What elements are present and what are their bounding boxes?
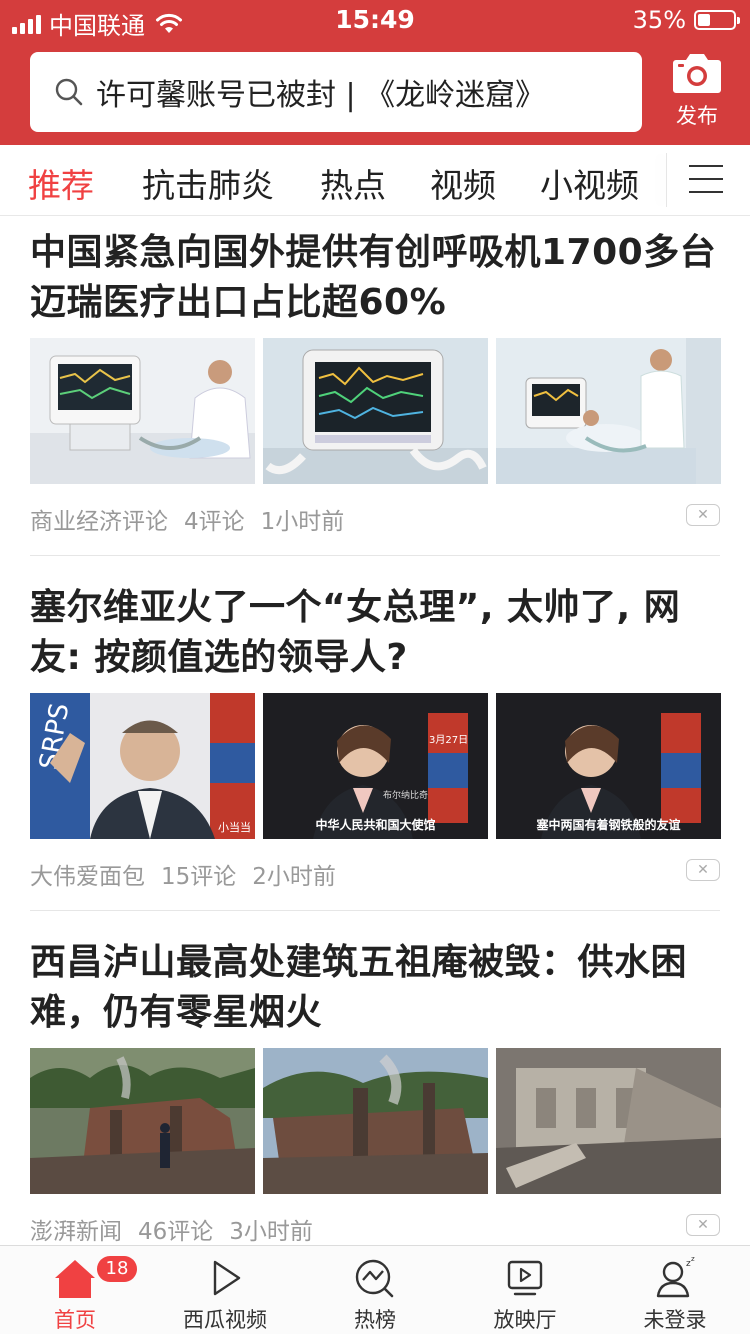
status-right: 35%	[632, 6, 740, 34]
article-comments: 15评论	[161, 864, 237, 890]
thumbnail-fire-ruins-2[interactable]	[263, 1048, 488, 1194]
notification-badge: 18	[97, 1256, 137, 1282]
divider	[30, 910, 720, 911]
user-icon: z z	[656, 1256, 695, 1298]
tab-hot[interactable]: 热点	[320, 159, 386, 207]
thumbnail-date-tag: 3月27日	[429, 735, 469, 746]
article-time: 2小时前	[252, 864, 336, 890]
nav-hot-list[interactable]: 热榜	[315, 1256, 435, 1334]
dislike-close-icon[interactable]: ✕	[686, 504, 720, 526]
publish-label: 发布	[676, 104, 718, 128]
nav-xigua-video[interactable]: 西瓜视频	[165, 1256, 285, 1334]
menu-icon[interactable]	[689, 165, 723, 195]
thumbnail-politician-image: SRPS	[30, 693, 255, 839]
home-icon	[55, 1260, 95, 1298]
thumbnail-ventilator-doctor[interactable]	[30, 338, 255, 484]
nav-label: 首页	[54, 1308, 96, 1332]
status-bar: 中国联通 15:49 35%	[0, 0, 750, 40]
battery-fill	[698, 14, 710, 26]
publish-button[interactable]: 发布	[662, 50, 732, 136]
feed-item-2[interactable]: 塞尔维亚火了一个“女总理”, 太帅了, 网友: 按颜值选的领导人? SRPS 小…	[30, 583, 721, 903]
thumbnail-interview-1[interactable]: 3月27日 布尔纳比奇 中华人民共和国大使馆	[263, 693, 488, 839]
header-bar: 中国联通 15:49 35% 许可馨账号已被封 | 《龙岭迷窟》 发布	[0, 0, 750, 145]
nav-label: 放映厅	[493, 1308, 557, 1332]
search-hint-text: 许可馨账号已被封 | 《龙岭迷窟》	[96, 78, 546, 113]
screening-icon	[507, 1260, 543, 1296]
dislike-close-icon[interactable]: ✕	[686, 1214, 720, 1236]
feed-item-3[interactable]: 西昌泸山最高处建筑五祖庵被毁：供水困难，仍有零星烟火 澎湃新闻 46评论 3小时…	[30, 938, 721, 1248]
nav-home[interactable]: 18 首页	[15, 1256, 137, 1334]
article-title[interactable]: 西昌泸山最高处建筑五祖庵被毁：供水困难，仍有零星烟火	[30, 938, 720, 1038]
channel-tabs: 推荐 抗击肺炎 热点 视频 小视频	[0, 145, 750, 216]
thumbnail-icu-nurse[interactable]	[496, 338, 721, 484]
camera-icon	[673, 54, 721, 93]
dislike-close-icon[interactable]: ✕	[686, 859, 720, 881]
divider	[30, 555, 720, 556]
search-icon	[55, 78, 83, 106]
thumbnail-caption: 塞中两国有着钢铁般的友谊	[536, 818, 681, 832]
article-comments: 4评论	[184, 509, 245, 535]
article-meta: 商业经济评论 4评论 1小时前	[30, 502, 360, 536]
thumbnail-caption: 中华人民共和国大使馆	[315, 818, 436, 832]
thumbnail-fire-ruins-3[interactable]	[496, 1048, 721, 1194]
thumbnail-fire-ruins-1[interactable]	[30, 1048, 255, 1194]
article-time: 1小时前	[260, 509, 345, 535]
nav-screening-hall[interactable]: 放映厅	[465, 1256, 585, 1334]
thumbnail-ventilator-screen[interactable]	[263, 338, 488, 484]
thumbnail-politician[interactable]: SRPS 小当当	[30, 693, 255, 839]
article-source[interactable]: 大伟爱面包	[30, 864, 145, 890]
nav-not-logged-in[interactable]: z z 未登录	[615, 1256, 735, 1334]
trending-icon	[355, 1259, 394, 1298]
nav-label: 西瓜视频	[183, 1308, 267, 1332]
article-time: 3小时前	[229, 1219, 313, 1245]
tab-recommend[interactable]: 推荐	[28, 159, 94, 207]
tab-divider	[666, 153, 667, 207]
thumbnail-row	[30, 338, 721, 484]
article-meta: 澎湃新闻 46评论 3小时前	[30, 1212, 329, 1246]
bottom-nav: 18 首页 西瓜视频 热榜 放映厅 z z 未登录	[0, 1245, 750, 1334]
battery-percent: 35%	[632, 6, 686, 34]
play-icon	[213, 1260, 241, 1296]
tab-video[interactable]: 视频	[430, 159, 496, 207]
article-title[interactable]: 塞尔维亚火了一个“女总理”, 太帅了, 网友: 按颜值选的领导人?	[30, 583, 720, 683]
thumbnail-interview-2[interactable]: 塞中两国有着钢铁般的友谊	[496, 693, 721, 839]
article-title[interactable]: 中国紧急向国外提供有创呼吸机1700多台 迈瑞医疗出口占比超60%	[30, 228, 720, 328]
thumbnail-row: SRPS 小当当 3月27日 布尔纳比奇 中华人民共和国大使馆 塞中两国有着钢铁…	[30, 693, 721, 839]
thumbnail-name-tag: 布尔纳比奇	[383, 791, 429, 801]
article-meta: 大伟爱面包 15评论 2小时前	[30, 857, 352, 891]
article-comments: 46评论	[138, 1219, 214, 1245]
search-input[interactable]: 许可馨账号已被封 | 《龙岭迷窟》	[30, 52, 642, 132]
nav-label: 热榜	[354, 1308, 396, 1332]
battery-icon	[694, 10, 740, 30]
feed-item-1[interactable]: 中国紧急向国外提供有创呼吸机1700多台 迈瑞医疗出口占比超60% 商业经济评论…	[30, 228, 721, 548]
thumbnail-row	[30, 1048, 721, 1194]
tab-fight-pneumonia[interactable]: 抗击肺炎	[142, 159, 274, 207]
nav-label: 未登录	[643, 1308, 707, 1332]
article-source[interactable]: 商业经济评论	[30, 509, 168, 535]
svg-text:z: z	[691, 1256, 695, 1263]
tab-short-video[interactable]: 小视频	[540, 159, 639, 207]
thumbnail-watermark: 小当当	[218, 821, 251, 834]
article-source[interactable]: 澎湃新闻	[30, 1219, 122, 1245]
